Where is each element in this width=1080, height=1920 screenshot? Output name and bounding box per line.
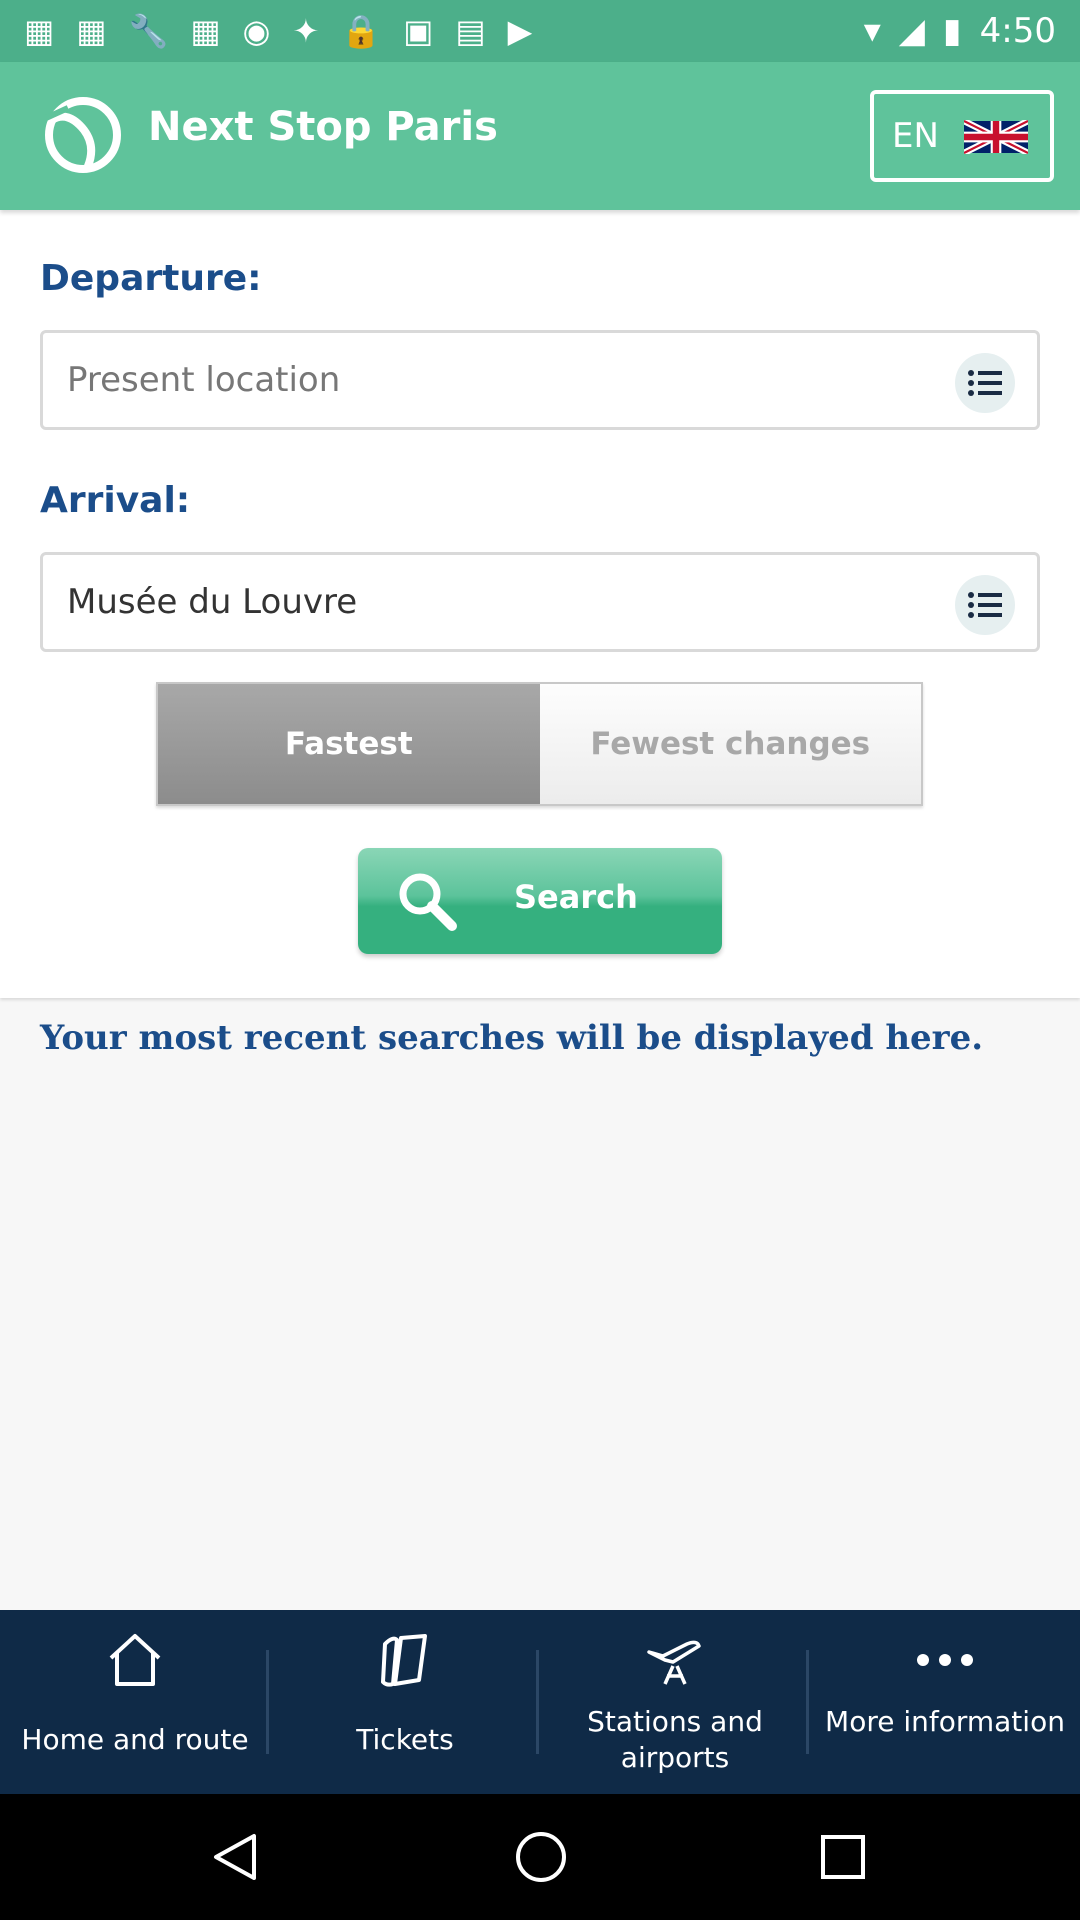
nav-more-information[interactable]: More information <box>810 1610 1080 1794</box>
clock-time: 4:50 <box>979 11 1056 51</box>
nav-home-and-route[interactable]: Home and route <box>0 1610 270 1794</box>
departure-label: Departure: <box>40 258 262 299</box>
grid-icon: ▦ <box>190 12 221 50</box>
search-label: Search <box>514 878 638 916</box>
search-icon <box>399 873 457 931</box>
uk-flag-icon <box>964 120 1028 154</box>
satellite-icon: ✦ <box>292 12 320 50</box>
arrival-input[interactable]: Musée du Louvre <box>40 552 1040 652</box>
app-title: Next Stop Paris <box>148 104 498 150</box>
grid-icon: ▦ <box>24 12 55 50</box>
nav-tickets[interactable]: Tickets <box>270 1610 540 1794</box>
nav-label: Home and route <box>21 1723 249 1756</box>
fastest-option[interactable]: Fastest <box>158 684 540 804</box>
app-bar: Next Stop Paris EN <box>0 62 1080 210</box>
arrival-list-button[interactable] <box>955 575 1015 635</box>
bottom-navigation: Home and route Tickets Stations and airp… <box>0 1610 1080 1794</box>
home-circle-icon[interactable] <box>514 1830 568 1884</box>
shield-icon: ◉ <box>242 12 271 50</box>
wrench-icon: 🔧 <box>128 12 169 50</box>
departure-input[interactable]: Present location <box>40 330 1040 430</box>
language-code: EN <box>892 116 939 156</box>
departure-list-button[interactable] <box>955 353 1015 413</box>
notification-icons: ▦ ▦ 🔧 ▦ ◉ ✦ 🔒 ▣ ▤ ▶ <box>24 12 532 50</box>
lock-icon: 🔒 <box>341 12 382 50</box>
system-navigation-bar <box>0 1794 1080 1920</box>
nav-divider <box>806 1650 809 1754</box>
search-button[interactable]: Search <box>358 848 722 954</box>
home-icon <box>109 1634 161 1686</box>
battery-icon: ▮ <box>942 11 962 51</box>
nav-divider <box>536 1650 539 1754</box>
fewest-changes-option[interactable]: Fewest changes <box>539 684 921 804</box>
nav-label: Tickets <box>356 1723 454 1756</box>
status-bar: ▦ ▦ 🔧 ▦ ◉ ✦ 🔒 ▣ ▤ ▶ ▾ ◢ ▮ 4:50 <box>0 0 1080 62</box>
signal-icon: ◢ <box>898 11 925 51</box>
route-form-panel: Departure: Present location Arrival: Mus… <box>0 210 1080 998</box>
plane-rail-icon <box>647 1640 701 1685</box>
arrival-value: Musée du Louvre <box>67 582 358 622</box>
route-preference-toggle: Fastest Fewest changes <box>156 682 923 806</box>
grid-icon: ▦ <box>76 12 107 50</box>
robot-icon: ▣ <box>403 12 434 50</box>
play-icon: ▶ <box>507 12 533 50</box>
ratp-logo-icon <box>44 97 121 173</box>
arrival-label: Arrival: <box>40 480 191 521</box>
list-icon <box>968 592 1002 618</box>
ticket-icon <box>381 1634 427 1687</box>
nav-label: Stations and airports <box>587 1705 763 1774</box>
more-dots-icon <box>917 1654 973 1666</box>
wifi-icon: ▾ <box>863 11 881 51</box>
nav-label: More information <box>825 1705 1065 1738</box>
language-selector[interactable]: EN <box>870 90 1054 182</box>
nav-divider <box>266 1650 269 1754</box>
departure-placeholder: Present location <box>67 360 341 400</box>
recent-searches-message: Your most recent searches will be displa… <box>40 1018 984 1058</box>
briefcase-icon: ▤ <box>455 12 486 50</box>
back-icon[interactable] <box>210 1832 260 1882</box>
recents-icon[interactable] <box>820 1834 866 1880</box>
list-icon <box>968 370 1002 396</box>
nav-stations-and-airports[interactable]: Stations and airports <box>540 1610 810 1794</box>
